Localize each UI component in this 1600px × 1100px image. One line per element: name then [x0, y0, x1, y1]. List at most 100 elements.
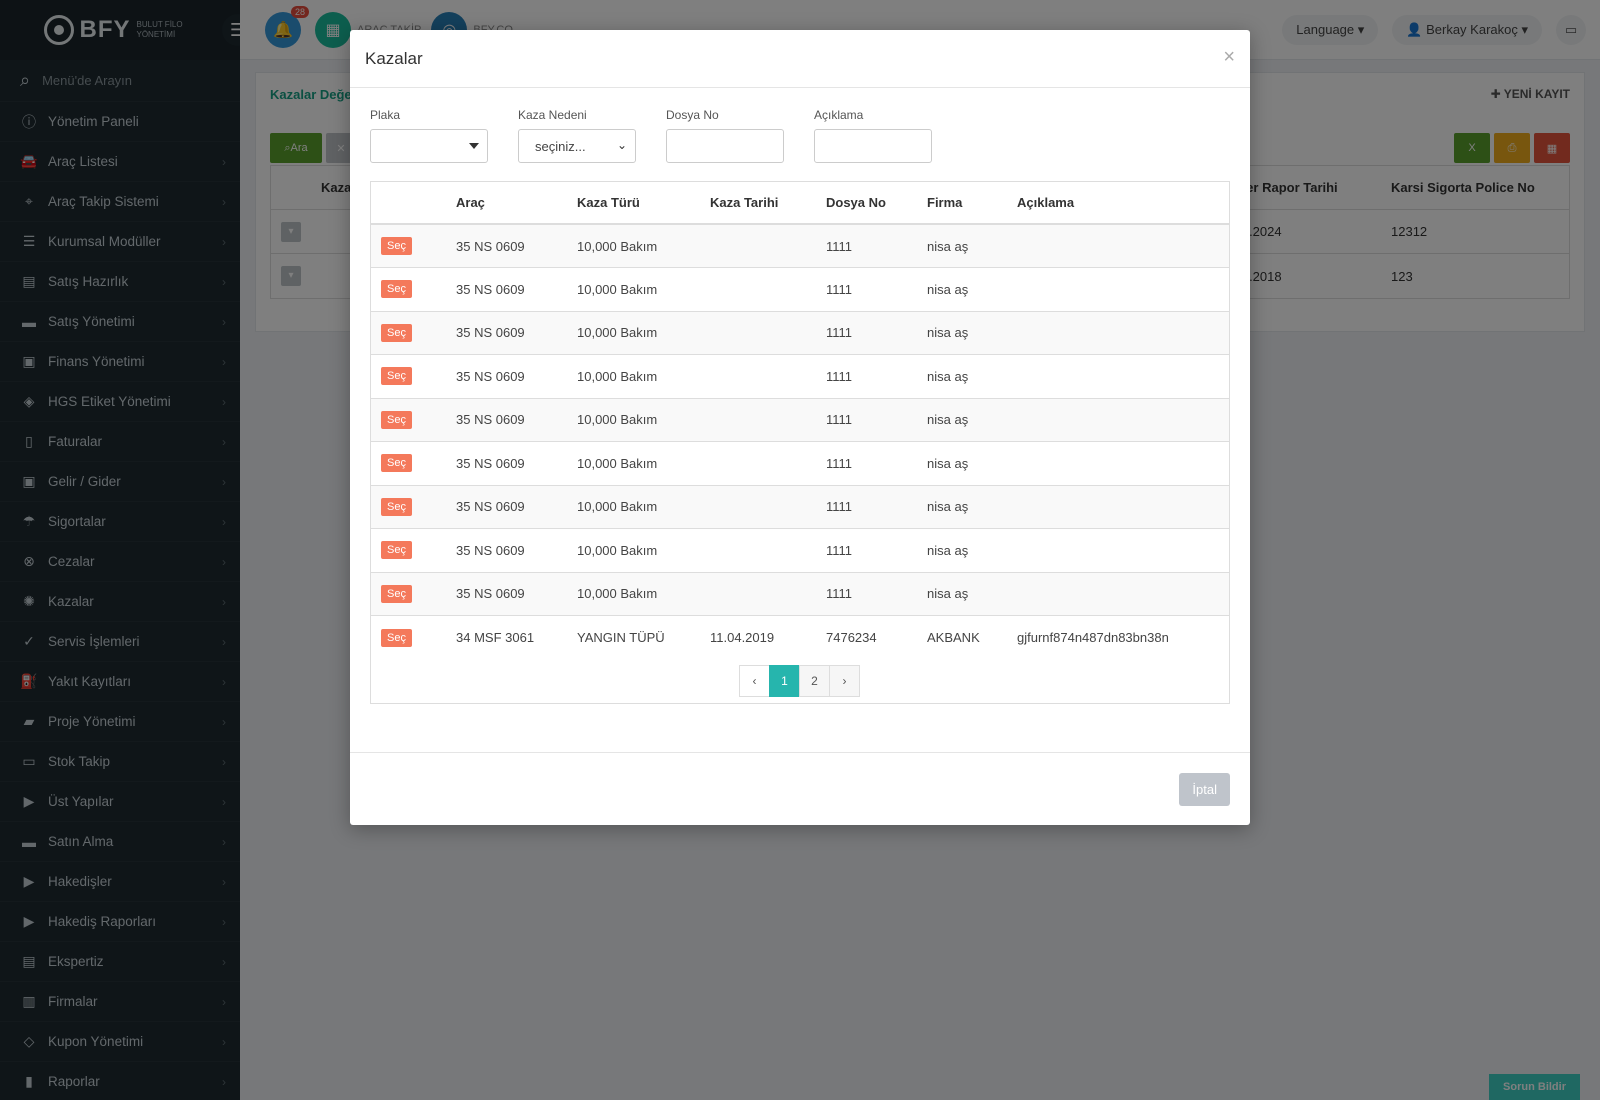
select-row-button[interactable]: Seç — [381, 280, 412, 299]
table-header-row: Araç Kaza Türü Kaza Tarihi Dosya No Firm… — [371, 182, 1229, 225]
dosya-no-label: Dosya No — [666, 108, 719, 122]
cell-tarih — [700, 354, 816, 398]
cell-arac: 35 NS 0609 — [446, 354, 567, 398]
cell-tur: 10,000 Bakım — [567, 267, 700, 311]
select-cell: Seç — [371, 528, 446, 572]
modal-footer: İptal — [350, 752, 1250, 825]
filter-row: Plaka Kaza Nedeni seçiniz... ⌄ Dosya No … — [370, 108, 1230, 163]
table-row: Seç 35 NS 0609 10,000 Bakım 1111 nisa aş — [371, 484, 1229, 529]
cell-tur: YANGIN TÜPÜ — [567, 615, 700, 659]
select-row-button[interactable]: Seç — [381, 323, 412, 342]
select-cell: Seç — [371, 267, 446, 311]
cell-dosya: 1111 — [816, 310, 917, 355]
select-row-button[interactable]: Seç — [381, 584, 412, 603]
column-header-kaza-tarihi: Kaza Tarihi — [700, 182, 816, 225]
cell-tur: 10,000 Bakım — [567, 571, 700, 616]
cell-firma: nisa aş — [917, 528, 1007, 572]
select-cell: Seç — [371, 484, 446, 529]
pagination-next[interactable]: › — [829, 665, 860, 697]
cell-tarih — [700, 397, 816, 442]
cell-aciklama — [1007, 354, 1229, 398]
cell-dosya: 1111 — [816, 571, 917, 616]
column-header-dosya-no: Dosya No — [816, 182, 917, 225]
select-row-button[interactable]: Seç — [381, 497, 412, 516]
dosya-no-input[interactable] — [666, 129, 784, 163]
cell-dosya: 1111 — [816, 441, 917, 485]
select-cell: Seç — [371, 223, 446, 268]
cell-dosya: 1111 — [816, 528, 917, 572]
cell-aciklama — [1007, 223, 1229, 268]
aciklama-label: Açıklama — [814, 108, 864, 122]
cell-tarih — [700, 223, 816, 268]
cell-tarih — [700, 484, 816, 529]
select-cell: Seç — [371, 571, 446, 616]
cell-dosya: 7476234 — [816, 615, 917, 659]
cell-aciklama — [1007, 441, 1229, 485]
cell-arac: 35 NS 0609 — [446, 528, 567, 572]
aciklama-filter: Açıklama — [814, 108, 932, 163]
cell-arac: 35 NS 0609 — [446, 223, 567, 268]
column-header-kaza-turu: Kaza Türü — [567, 182, 700, 225]
table-row: Seç 35 NS 0609 10,000 Bakım 1111 nisa aş — [371, 441, 1229, 485]
pagination-prev[interactable]: ‹ — [739, 665, 770, 697]
column-header-select — [371, 182, 446, 225]
cell-tur: 10,000 Bakım — [567, 441, 700, 485]
cell-arac: 35 NS 0609 — [446, 397, 567, 442]
cell-aciklama — [1007, 528, 1229, 572]
select-row-button[interactable]: Seç — [381, 410, 412, 429]
cell-dosya: 1111 — [816, 223, 917, 268]
cell-tur: 10,000 Bakım — [567, 484, 700, 529]
column-header-arac: Araç — [446, 182, 567, 225]
cell-tur: 10,000 Bakım — [567, 223, 700, 268]
select-row-button[interactable]: Seç — [381, 237, 412, 255]
cell-tarih — [700, 441, 816, 485]
pagination-page-2[interactable]: 2 — [799, 665, 830, 697]
modal-header: Kazalar × — [350, 30, 1250, 88]
select-cell: Seç — [371, 397, 446, 442]
table-row: Seç 35 NS 0609 10,000 Bakım 1111 nisa aş — [371, 354, 1229, 398]
table-row: Seç 35 NS 0609 10,000 Bakım 1111 nisa aş — [371, 397, 1229, 442]
cell-tur: 10,000 Bakım — [567, 354, 700, 398]
plaka-label: Plaka — [370, 108, 401, 122]
table-body: Seç 35 NS 0609 10,000 Bakım 1111 nisa aş Seç 3… — [371, 223, 1229, 659]
cell-firma: nisa aş — [917, 267, 1007, 311]
cell-firma: AKBANK — [917, 615, 1007, 659]
table-row: Seç 34 MSF 3061 YANGIN TÜPÜ 11.04.2019 74762… — [371, 615, 1229, 659]
cell-arac: 35 NS 0609 — [446, 267, 567, 311]
cell-tarih — [700, 267, 816, 311]
select-row-button[interactable]: Seç — [381, 454, 412, 473]
select-cell: Seç — [371, 441, 446, 485]
select-row-button[interactable]: Seç — [381, 541, 412, 560]
plaka-select[interactable] — [370, 129, 488, 163]
select-row-button[interactable]: Seç — [381, 367, 412, 386]
cell-arac: 34 MSF 3061 — [446, 615, 567, 659]
column-header-aciklama: Açıklama — [1007, 182, 1229, 225]
cell-arac: 35 NS 0609 — [446, 484, 567, 529]
cell-dosya: 1111 — [816, 397, 917, 442]
cell-tur: 10,000 Bakım — [567, 397, 700, 442]
modal-title: Kazalar — [365, 48, 423, 68]
cell-tur: 10,000 Bakım — [567, 528, 700, 572]
dosya-no-filter: Dosya No — [666, 108, 784, 163]
chevron-down-icon: ⌄ — [616, 138, 627, 152]
cell-tarih: 11.04.2019 — [700, 615, 816, 659]
cancel-button[interactable]: İptal — [1179, 773, 1230, 806]
cell-aciklama — [1007, 397, 1229, 442]
cell-firma: nisa aş — [917, 484, 1007, 529]
pagination-page-1[interactable]: 1 — [769, 665, 800, 697]
select-cell: Seç — [371, 615, 446, 659]
close-icon[interactable]: × — [1223, 46, 1235, 69]
cell-firma: nisa aş — [917, 571, 1007, 616]
caret-down-icon — [469, 143, 479, 149]
aciklama-input[interactable] — [814, 129, 932, 163]
table-row: Seç 35 NS 0609 10,000 Bakım 1111 nisa aş — [371, 528, 1229, 572]
cell-arac: 35 NS 0609 — [446, 310, 567, 355]
select-cell: Seç — [371, 310, 446, 355]
table-row: Seç 35 NS 0609 10,000 Bakım 1111 nisa aş — [371, 223, 1229, 268]
table-row: Seç 35 NS 0609 10,000 Bakım 1111 nisa aş — [371, 267, 1229, 311]
kaza-nedeni-select[interactable]: seçiniz... ⌄ — [518, 129, 636, 163]
cell-dosya: 1111 — [816, 354, 917, 398]
select-cell: Seç — [371, 354, 446, 398]
select-row-button[interactable]: Seç — [381, 628, 412, 647]
cell-tarih — [700, 528, 816, 572]
